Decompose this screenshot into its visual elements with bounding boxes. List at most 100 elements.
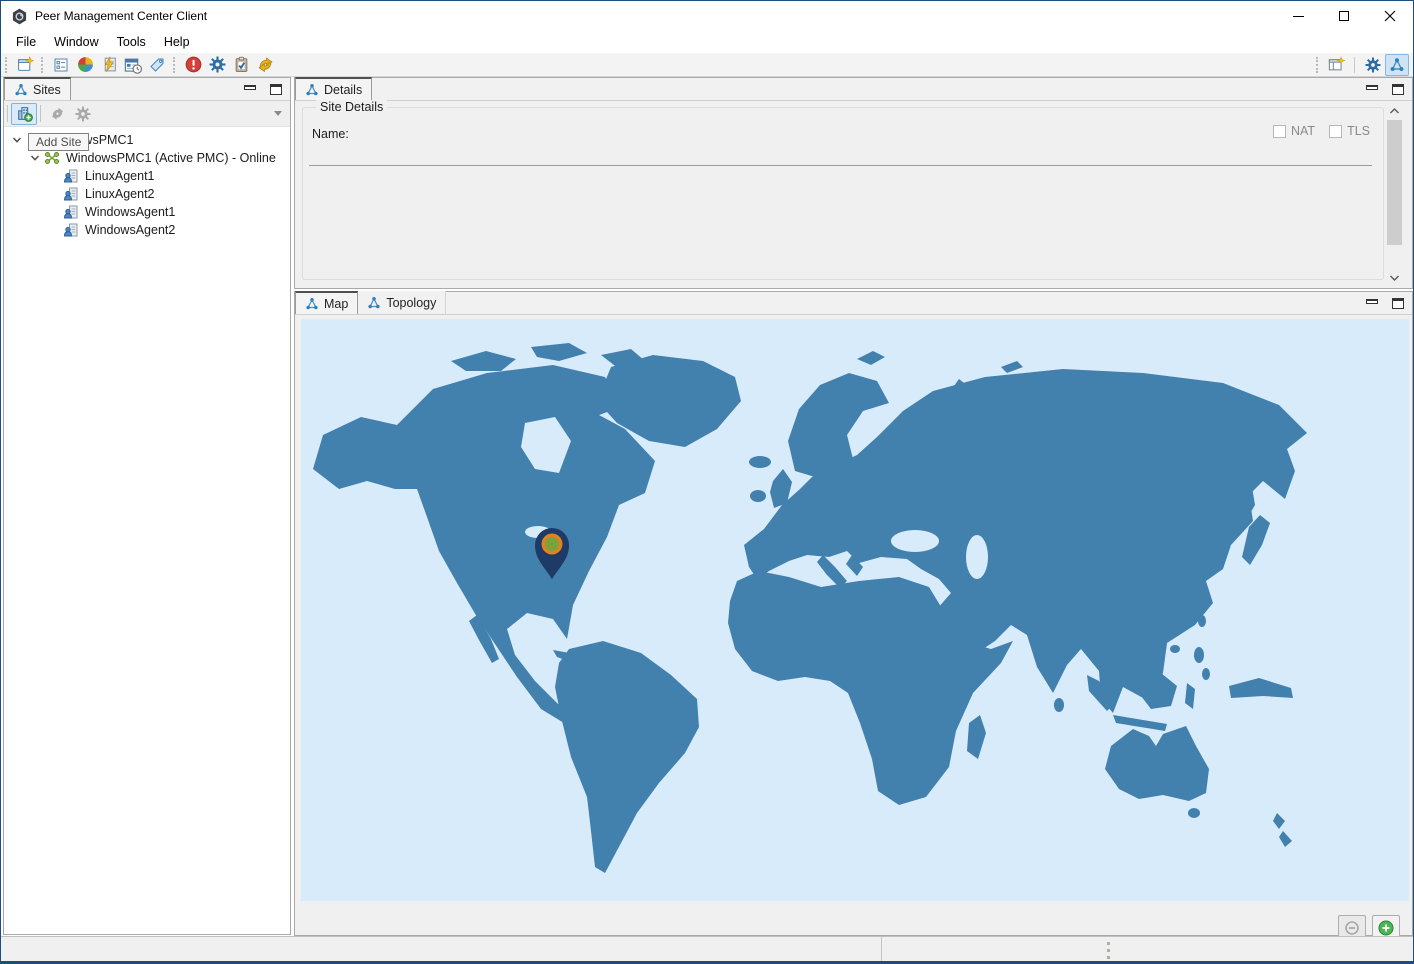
network-triangle-icon	[305, 83, 319, 97]
pmc-perspective-button[interactable]	[1385, 54, 1409, 76]
chevron-down-icon[interactable]	[10, 133, 24, 147]
statusbar-grip[interactable]	[1107, 942, 1110, 959]
nat-checkbox-label: NAT	[1291, 124, 1315, 138]
minimize-view-icon	[244, 85, 256, 90]
close-icon	[1384, 10, 1396, 22]
scrollbar-thumb[interactable]	[1387, 120, 1402, 245]
toolbar-separator	[40, 105, 41, 122]
details-panel-header: Details	[295, 78, 1412, 101]
zoom-in-icon	[1378, 920, 1394, 936]
tab-sites[interactable]: Sites	[4, 77, 71, 100]
tab-sites-label: Sites	[33, 83, 61, 97]
jobs-button[interactable]	[229, 54, 253, 76]
minimize-icon	[1293, 16, 1304, 17]
app-logo-icon	[11, 8, 28, 25]
settings-perspective-button[interactable]	[1361, 54, 1385, 76]
run-script-button[interactable]	[97, 54, 121, 76]
sites-panel: Sites	[3, 77, 291, 935]
tab-details[interactable]: Details	[295, 77, 372, 100]
toolbar-separator	[1354, 57, 1355, 73]
tags-button[interactable]	[145, 54, 169, 76]
maximize-view-button[interactable]	[1390, 296, 1406, 310]
tree-row-agent[interactable]: LinuxAgent2	[4, 185, 290, 203]
perspective-bar	[1312, 54, 1409, 76]
reports-button[interactable]	[73, 54, 97, 76]
script-run-icon	[101, 56, 118, 73]
site-details-group: Site Details	[302, 107, 1384, 280]
open-perspective-icon	[1328, 56, 1345, 73]
minimize-view-icon	[1366, 299, 1378, 304]
tree-row-agent[interactable]: WindowsAgent2	[4, 221, 290, 239]
gear-icon	[75, 106, 91, 122]
menu-tools[interactable]: Tools	[108, 31, 155, 53]
checklist-icon	[53, 57, 69, 73]
tree-pmc-label: WindowsPMC1 (Active PMC) - Online	[66, 151, 276, 165]
name-field[interactable]	[309, 165, 1372, 166]
tls-checkbox-box[interactable]	[1329, 125, 1342, 138]
tree-row-agent[interactable]: WindowsAgent1	[4, 203, 290, 221]
world-map[interactable]	[301, 319, 1409, 901]
tab-topology-label: Topology	[386, 296, 436, 310]
nat-checkbox-box[interactable]	[1273, 125, 1286, 138]
minimize-view-button[interactable]	[1364, 296, 1380, 310]
maximize-view-button[interactable]	[1390, 82, 1406, 96]
map-panel: Map Topology	[294, 291, 1413, 936]
view-menu-button[interactable]	[274, 111, 282, 116]
nat-checkbox[interactable]: NAT	[1273, 124, 1315, 138]
tree-row-pmc[interactable]: WindowsPMC1 (Active PMC) - Online	[4, 149, 290, 167]
close-button[interactable]	[1367, 1, 1413, 31]
toolbar-separator	[7, 105, 8, 122]
menu-file[interactable]: File	[7, 31, 45, 53]
minimize-view-button[interactable]	[1364, 82, 1380, 96]
scroll-up-icon[interactable]	[1386, 103, 1403, 118]
preferences-button[interactable]	[205, 54, 229, 76]
agent-icon	[63, 186, 79, 202]
schedule-button[interactable]	[121, 54, 145, 76]
network-triangle-icon	[305, 297, 319, 311]
chevron-down-icon[interactable]	[28, 151, 42, 165]
tree-agent-label: WindowsAgent1	[85, 205, 175, 219]
add-site-button[interactable]	[11, 103, 37, 125]
menu-help[interactable]: Help	[155, 31, 199, 53]
menubar: File Window Tools Help	[1, 31, 1413, 53]
tls-checkbox[interactable]: TLS	[1329, 124, 1370, 138]
sites-panel-header: Sites	[4, 78, 290, 101]
clipboard-check-icon	[233, 56, 250, 73]
add-site-icon	[16, 105, 33, 122]
statusbar-separator	[881, 937, 882, 962]
checklist-button[interactable]	[49, 54, 73, 76]
site-settings-button[interactable]	[70, 103, 96, 125]
pmc-network-icon	[44, 150, 60, 166]
maximize-view-icon	[1392, 84, 1404, 95]
window-title: Peer Management Center Client	[35, 9, 207, 23]
menu-window[interactable]: Window	[45, 31, 107, 53]
tree-agent-label: WindowsAgent2	[85, 223, 175, 237]
main-toolbar	[1, 53, 1413, 77]
agent-icon	[63, 168, 79, 184]
minimize-view-icon	[1366, 85, 1378, 90]
refresh-button[interactable]	[44, 103, 70, 125]
tab-map[interactable]: Map	[295, 291, 358, 314]
name-label: Name:	[312, 127, 349, 141]
maximize-view-button[interactable]	[268, 82, 284, 96]
zoom-out-icon	[1344, 920, 1360, 936]
tab-topology[interactable]: Topology	[358, 291, 446, 314]
tag-icon	[149, 57, 165, 73]
tree-row-agent[interactable]: LinuxAgent1	[4, 167, 290, 185]
sync-button[interactable]	[253, 54, 277, 76]
open-perspective-button[interactable]	[1324, 54, 1348, 76]
agent-icon	[63, 222, 79, 238]
maximize-icon	[1339, 11, 1349, 21]
minimize-view-button[interactable]	[242, 82, 258, 96]
maximize-view-icon	[270, 84, 282, 95]
maximize-button[interactable]	[1321, 1, 1367, 31]
minimize-button[interactable]	[1275, 1, 1321, 31]
new-window-button[interactable]	[13, 54, 37, 76]
details-scrollbar[interactable]	[1386, 103, 1403, 285]
toolbar-grip	[1316, 57, 1321, 73]
alerts-button[interactable]	[181, 54, 205, 76]
network-triangle-icon	[367, 296, 381, 310]
gear-icon	[1365, 57, 1381, 73]
scroll-down-icon[interactable]	[1386, 270, 1403, 285]
gear-icon	[209, 56, 226, 73]
